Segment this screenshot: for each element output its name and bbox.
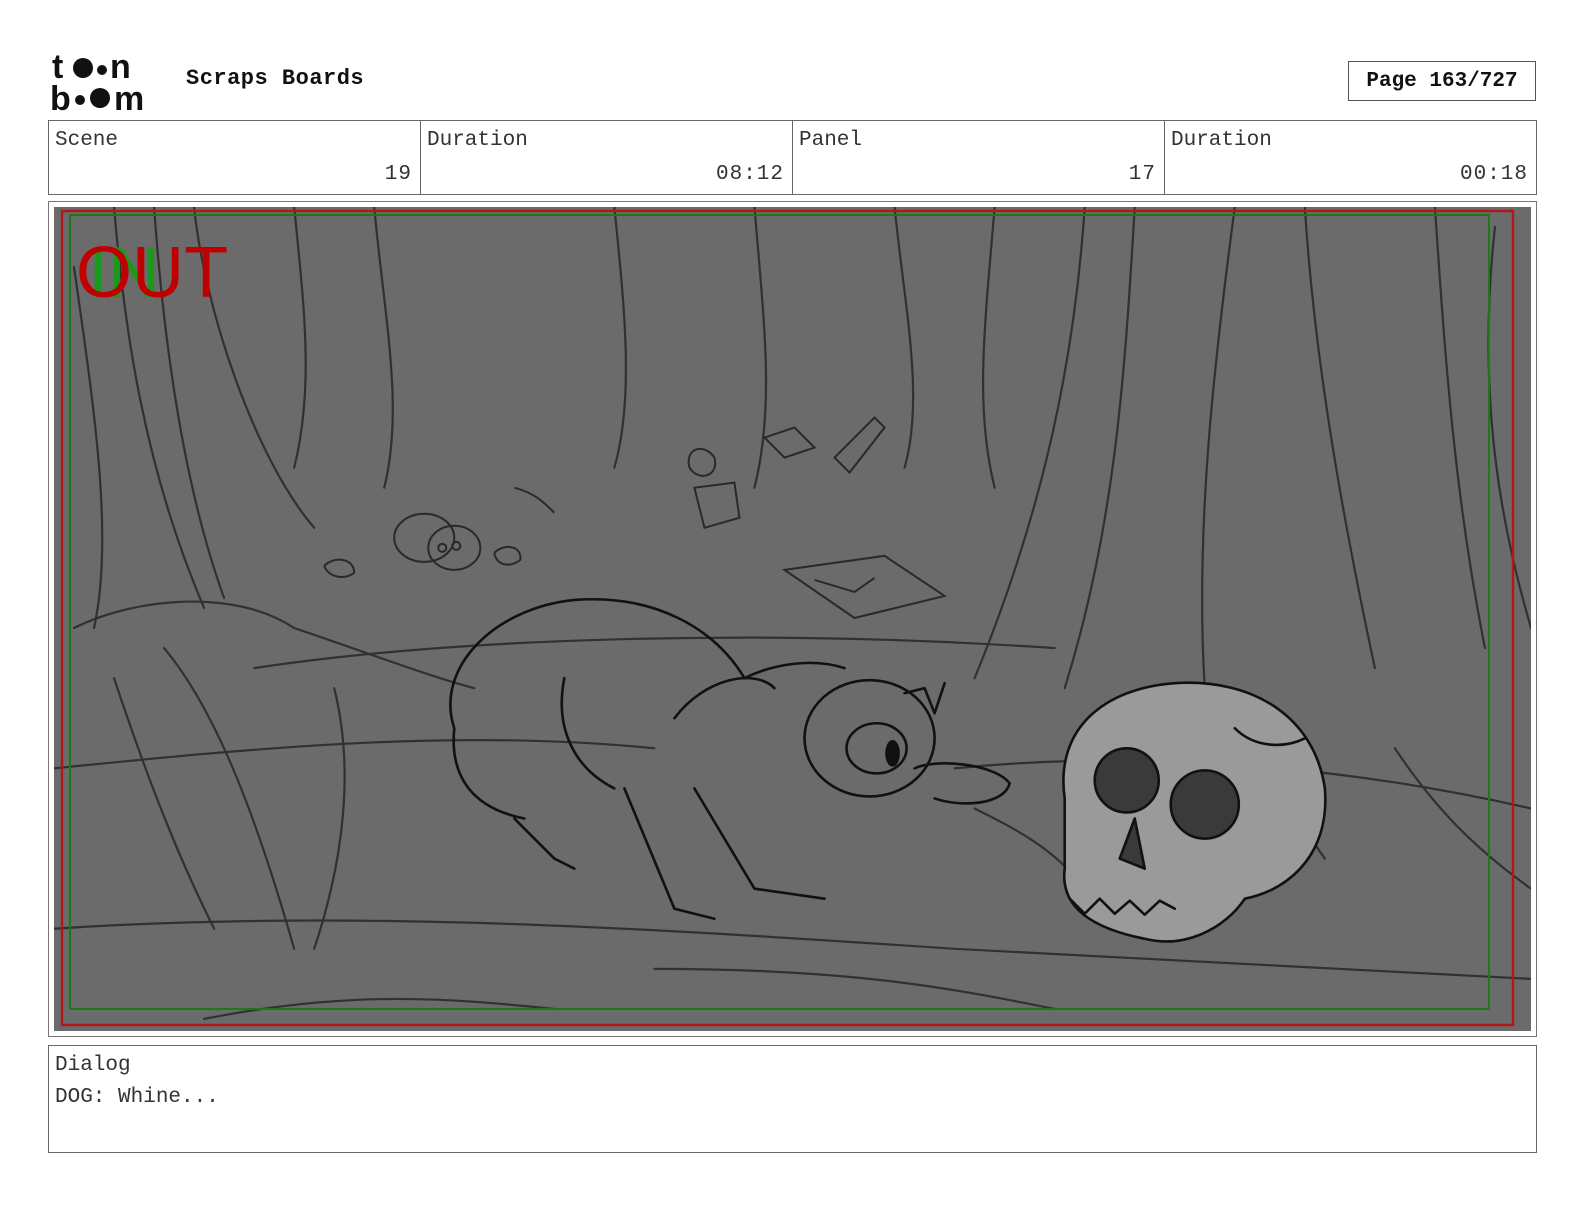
- panel-duration-label: Duration: [1171, 129, 1272, 152]
- panel-duration-cell: Duration 00:18: [1165, 121, 1536, 194]
- page-indicator: Page 163/727: [1348, 61, 1536, 101]
- scene-duration-value: 08:12: [715, 163, 784, 186]
- document-title: Scraps Boards: [186, 66, 365, 91]
- panel-sketch-image: IN OUT: [54, 207, 1531, 1031]
- scene-info-row: Scene 19 Duration 08:12 Panel 17 Duratio…: [48, 120, 1537, 195]
- panel-duration-value: 00:18: [1459, 163, 1528, 186]
- scene-duration-cell: Duration 08:12: [421, 121, 793, 194]
- dialog-label: Dialog: [55, 1054, 131, 1077]
- svg-text:b: b: [50, 80, 71, 114]
- dialog-text: DOG: Whine...: [55, 1086, 219, 1109]
- storyboard-panel: IN OUT: [48, 201, 1537, 1037]
- panel-value: 17: [1128, 163, 1156, 186]
- svg-text:m: m: [114, 80, 144, 114]
- panel-label: Panel: [799, 129, 863, 152]
- scene-cell: Scene 19: [49, 121, 421, 194]
- scene-duration-label: Duration: [427, 129, 528, 152]
- overlay-out-label: OUT: [76, 233, 228, 313]
- dialog-box: Dialog DOG: Whine...: [48, 1045, 1537, 1153]
- scene-value: 19: [384, 163, 412, 186]
- toon-boom-logo: t n b m: [50, 50, 144, 114]
- scene-label: Scene: [55, 129, 119, 152]
- panel-cell: Panel 17: [793, 121, 1165, 194]
